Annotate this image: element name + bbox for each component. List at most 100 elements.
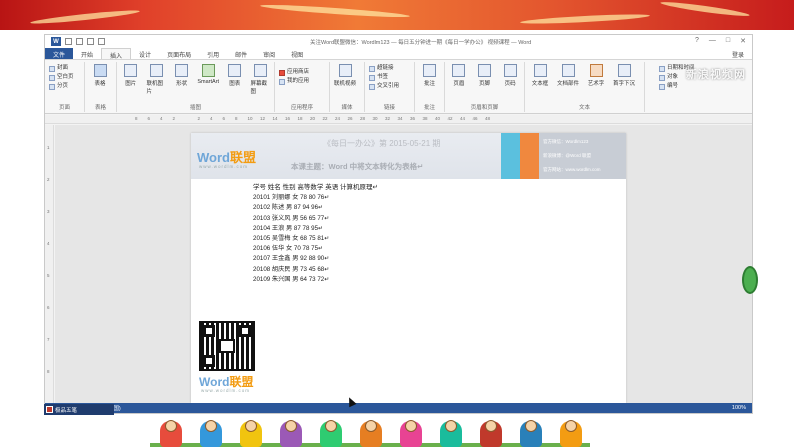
table-row: 20106 伍华 女 70 78 75↵: [253, 245, 324, 253]
vertical-ruler-tick: 3: [47, 209, 50, 214]
blank-page-icon: [49, 74, 55, 81]
chart-icon: [228, 64, 242, 77]
tab-page-layout[interactable]: 页面布局: [159, 48, 199, 59]
close-button[interactable]: ✕: [740, 37, 746, 45]
ruler-tick: 48: [485, 116, 491, 121]
header-label: 页眉: [453, 81, 465, 87]
redo-icon[interactable]: [87, 38, 94, 45]
online-video-label: 联机视频: [334, 81, 357, 87]
comment-label: 批注: [423, 81, 435, 87]
table-row: 20101 刘丽娜 女 78 80 76↵: [253, 194, 330, 202]
ruler-tick: 10: [247, 116, 253, 121]
tab-view[interactable]: 视图: [283, 48, 311, 59]
kid-figure: [320, 420, 342, 447]
ruler-tick: 2: [172, 116, 176, 121]
ruler-tick: 24: [335, 116, 341, 121]
save-icon[interactable]: [65, 38, 72, 45]
cover-page-button[interactable]: 封面: [49, 64, 80, 73]
new-doc-icon[interactable]: [98, 38, 105, 45]
picture-icon: [124, 64, 138, 77]
page-break-label: 分页: [57, 83, 69, 89]
hyperlink-button[interactable]: 超链接: [369, 64, 410, 73]
header-site: www.wordlm.com: [199, 164, 249, 169]
maximize-button[interactable]: □: [726, 37, 730, 45]
group-label: 批注: [423, 105, 435, 111]
tab-home[interactable]: 开始: [73, 48, 101, 59]
kid-figure: [560, 420, 582, 447]
app-store-button[interactable]: 应用商店: [279, 68, 325, 77]
bookmark-button[interactable]: 书签: [369, 73, 410, 82]
page-number-button[interactable]: 页码: [500, 64, 520, 87]
tab-insert[interactable]: 插入: [101, 48, 132, 60]
chart-label: 图表: [229, 81, 241, 87]
undo-icon[interactable]: [76, 38, 83, 45]
smartart-label: SmartArt: [197, 79, 220, 85]
ruler-tick: 30: [372, 116, 378, 121]
smartart-button[interactable]: SmartArt: [197, 64, 219, 95]
ruler-tick: 18: [297, 116, 303, 121]
textbox-button[interactable]: 文本框: [529, 64, 551, 87]
ruler-tick: 6: [222, 116, 226, 121]
kid-head: [285, 420, 297, 432]
page-number-label: 页码: [504, 81, 516, 87]
bookmark-label: 书签: [377, 74, 389, 80]
comment-button[interactable]: 批注: [419, 64, 440, 87]
numbering-button[interactable]: 编号: [659, 82, 746, 91]
kid-figure: [160, 420, 182, 447]
banner-streak: [29, 8, 141, 26]
online-picture-label: 联机图片: [146, 81, 163, 95]
my-apps-button[interactable]: 我的应用: [279, 77, 325, 86]
table-row: 20109 朱兴国 男 64 73 72↵: [253, 275, 330, 283]
side-float-button[interactable]: [742, 266, 758, 294]
header-stripe-orange: [520, 133, 539, 179]
minimize-button[interactable]: —: [709, 37, 716, 45]
ruler-tick: 2: [197, 116, 201, 121]
ruler-tick: 34: [397, 116, 403, 121]
taskbar-ime[interactable]: 极品五笔: [44, 404, 114, 415]
table-button[interactable]: 表格: [89, 64, 111, 87]
screenshot-button[interactable]: 屏幕截图: [251, 64, 270, 95]
object-label: 对象: [667, 74, 679, 80]
document-canvas[interactable]: Word联盟 www.wordlm.com 《每日一办公》第 2015-05-2…: [55, 125, 752, 403]
ribbon-group-links: 超链接 书签 交叉引用 链接: [365, 62, 415, 112]
tab-review[interactable]: 审阅: [255, 48, 283, 59]
cover-page-icon: [49, 65, 55, 72]
online-video-button[interactable]: 联机视频: [334, 64, 356, 87]
picture-button[interactable]: 图片: [121, 64, 140, 95]
page-break-button[interactable]: 分页: [49, 82, 80, 91]
vertical-ruler-tick: 5: [47, 273, 50, 278]
kid-head: [205, 420, 217, 432]
header-button[interactable]: 页眉: [449, 64, 469, 87]
ruler-tick: 8: [135, 116, 138, 121]
document-title: 关注Word联盟微信：Wordlm123 — 每日五分钟进一期《每日一学办公》 …: [310, 40, 532, 46]
table-row: 20103 张义风 男 56 65 77↵: [253, 214, 330, 222]
online-picture-button[interactable]: 联机图片: [146, 64, 165, 95]
quick-parts-button[interactable]: 文档部件: [557, 64, 579, 87]
tab-references[interactable]: 引用: [199, 48, 227, 59]
footer-button[interactable]: 页脚: [475, 64, 495, 87]
document-page[interactable]: Word联盟 www.wordlm.com 《每日一办公》第 2015-05-2…: [191, 133, 626, 403]
word-window: W 关注Word联盟微信：Wordlm123 — 每日五分钟进一期《每日一学办公…: [44, 34, 753, 414]
group-label: 媒体: [341, 105, 353, 111]
ribbon-group-symbols: 日期和时间 对象 编号 新浪视频网: [645, 62, 750, 112]
tab-file[interactable]: 文件: [45, 48, 74, 59]
header-logo-word: Word: [197, 150, 230, 165]
help-button[interactable]: ?: [695, 37, 699, 45]
bookmark-icon: [369, 74, 375, 81]
chart-button[interactable]: 图表: [225, 64, 244, 95]
drop-cap-button[interactable]: 首字下沉: [613, 64, 635, 87]
blank-page-button[interactable]: 空白页: [49, 73, 80, 82]
tab-mailings[interactable]: 邮件: [227, 48, 255, 59]
header-date: 《每日一办公》第 2015-05-21 期: [323, 139, 441, 148]
ruler-tick: 38: [422, 116, 428, 121]
zoom-level[interactable]: 100%: [732, 405, 746, 411]
wordart-button[interactable]: 艺术字: [585, 64, 607, 87]
shapes-button[interactable]: 形状: [172, 64, 191, 95]
ruler-tick: 6: [147, 116, 151, 121]
window-controls: ? — □ ✕: [695, 37, 746, 45]
tab-design[interactable]: 设计: [131, 48, 159, 59]
student-text-table[interactable]: 学号 姓名 性别 高等数学 英语 计算机原理↵ 20101 刘丽娜 女 78 8…: [253, 183, 378, 285]
login-link[interactable]: 登录: [732, 50, 744, 59]
cross-reference-button[interactable]: 交叉引用: [369, 82, 410, 91]
shapes-label: 形状: [176, 81, 188, 87]
